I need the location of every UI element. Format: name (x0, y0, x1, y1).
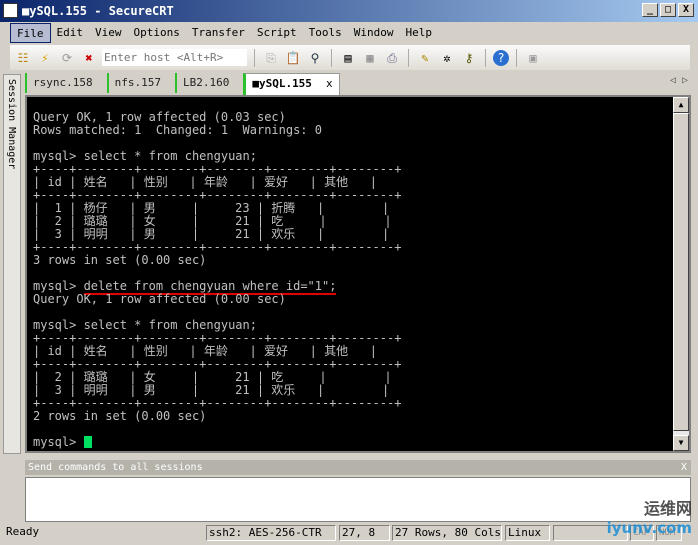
session-tabs: rsync.158 nfs.157 LB2.160 ■ySQL.155 x (25, 73, 695, 95)
tab-rsync-158[interactable]: rsync.158 (25, 73, 99, 93)
terminal[interactable]: Query OK, 1 row affected (0.03 sec) Rows… (25, 95, 691, 453)
quick-connect-icon[interactable]: ⚡ (36, 49, 54, 67)
tab-lb2-160[interactable]: LB2.160 (174, 73, 235, 93)
terminal-lines-b: Query OK, 1 row affected (0.00 sec) mysq… (33, 292, 402, 423)
session-options-icon[interactable]: ✎ (416, 49, 434, 67)
toolbar: ☷ ⚡ ⟳ ✖ ⎘ 📋 ⚲ ▤ ▦ ⎙ ✎ ✲ ⚷ ? ▣ (10, 45, 690, 70)
status-bar: Ready ssh2: AES-256-CTR 27, 8 27 Rows, 8… (0, 525, 698, 545)
send-commands-label: Send commands to all sessions (28, 462, 203, 473)
print-screen-icon[interactable]: ▤ (339, 49, 357, 67)
separator (516, 48, 517, 67)
tab-scroll-arrows[interactable]: ◁ ▷ (670, 75, 688, 86)
global-options-icon[interactable]: ✲ (438, 49, 456, 67)
separator (254, 48, 255, 67)
send-commands-bar: Send commands to all sessions X (25, 460, 691, 475)
tab-label: rsync.158 (33, 76, 93, 89)
copy-icon[interactable]: ⎘ (262, 49, 280, 67)
prompt: mysql> (33, 279, 84, 293)
tab-label: ■ySQL.155 (252, 77, 312, 90)
disconnect-icon[interactable]: ✖ (80, 49, 98, 67)
find-icon[interactable]: ⚲ (306, 49, 324, 67)
menu-window[interactable]: Window (348, 23, 400, 43)
tab-close-icon[interactable]: x (326, 77, 333, 90)
menu-tools[interactable]: Tools (303, 23, 348, 43)
tab-label: nfs.157 (114, 76, 161, 89)
scroll-thumb[interactable] (673, 113, 689, 431)
menu-options[interactable]: Options (128, 23, 186, 43)
session-manager-label: Session Manager (6, 79, 17, 170)
window-title: ■ySQL.155 - SecureCRT (22, 4, 174, 18)
maximize-button[interactable]: □ (660, 3, 676, 17)
sftp-icon[interactable]: ▣ (524, 49, 542, 67)
scroll-up-icon[interactable]: ▲ (673, 97, 689, 113)
host-input[interactable] (102, 49, 247, 66)
cursor (83, 436, 92, 448)
status-cipher: ssh2: AES-256-CTR (206, 525, 336, 541)
app-icon (3, 3, 18, 18)
print-selection-icon[interactable]: ▦ (361, 49, 379, 67)
terminal-lines-a: Query OK, 1 row affected (0.03 sec) Rows… (33, 110, 402, 267)
paste-icon[interactable]: 📋 (284, 49, 302, 67)
separator (331, 48, 332, 67)
final-prompt: mysql> (33, 435, 84, 449)
menu-script[interactable]: Script (251, 23, 303, 43)
status-ready: Ready (6, 525, 40, 538)
menu-bar: File Edit View Options Transfer Script T… (10, 23, 438, 43)
menu-edit[interactable]: Edit (51, 23, 90, 43)
title-bar: ■ySQL.155 - SecureCRT _ □ X (0, 0, 698, 22)
tab-mysql-155[interactable]: ■ySQL.155 x (243, 73, 340, 95)
watermark-en: iyunv.com (606, 519, 692, 537)
menu-help[interactable]: Help (399, 23, 438, 43)
status-cursor-pos: 27, 8 (339, 525, 390, 541)
minimize-button[interactable]: _ (642, 3, 658, 17)
scroll-down-icon[interactable]: ▼ (673, 435, 689, 451)
session-manager-panel[interactable]: Session Manager (3, 74, 21, 454)
terminal-output: Query OK, 1 row affected (0.03 sec) Rows… (33, 111, 401, 449)
print-icon[interactable]: ⎙ (383, 49, 401, 67)
keymap-icon[interactable]: ⚷ (460, 49, 478, 67)
separator (408, 48, 409, 67)
close-icon[interactable]: X (681, 460, 687, 475)
menu-transfer[interactable]: Transfer (186, 23, 251, 43)
menu-view[interactable]: View (89, 23, 128, 43)
watermark-logo: 运维网 iyunv.com (607, 495, 692, 537)
close-button[interactable]: X (678, 3, 694, 17)
tab-nfs-157[interactable]: nfs.157 (106, 73, 167, 93)
separator (485, 48, 486, 67)
connect-icon[interactable]: ☷ (14, 49, 32, 67)
menu-file[interactable]: File (10, 23, 51, 43)
status-os: Linux (505, 525, 550, 541)
status-size: 27 Rows, 80 Cols (392, 525, 502, 541)
help-icon[interactable]: ? (493, 49, 509, 66)
watermark-cn: 运维网 (643, 499, 692, 518)
tab-label: LB2.160 (182, 76, 230, 89)
send-commands-input[interactable] (25, 477, 691, 522)
reconnect-icon[interactable]: ⟳ (58, 49, 76, 67)
terminal-scrollbar[interactable]: ▲ ▼ (673, 97, 689, 451)
